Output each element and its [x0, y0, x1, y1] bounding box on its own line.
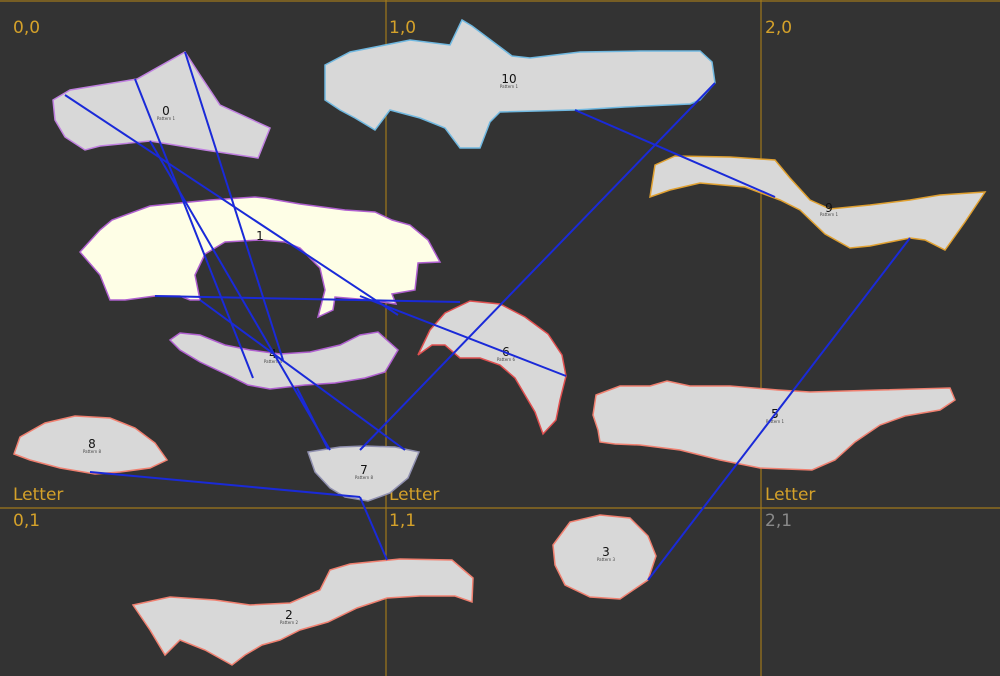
- piece-name: Pattern 3: [597, 557, 616, 562]
- pattern-piece-10[interactable]: 10 Pattern 1: [324, 18, 716, 149]
- piece-name: Pattern 1: [820, 212, 839, 217]
- cell-label: 0,0: [13, 18, 40, 38]
- pattern-piece-0[interactable]: 0 Pattern 1: [52, 51, 271, 159]
- cell-label: 2,1: [765, 511, 792, 531]
- piece-name: Pattern 8: [83, 449, 102, 454]
- cell-label: 1,0: [389, 18, 416, 38]
- cell-label: 0,1: [13, 511, 40, 531]
- cell-label: 1,1: [389, 511, 416, 531]
- piece-name: Pattern 6: [497, 357, 516, 362]
- connector-line: [359, 496, 388, 561]
- pattern-piece-9[interactable]: 9 Pattern 1: [649, 155, 987, 251]
- piece-name: Pattern 2: [280, 620, 299, 625]
- cell-label: 2,0: [765, 18, 792, 38]
- page-size-label: Letter: [13, 485, 63, 505]
- pattern-piece-5[interactable]: 5 Pattern 1: [592, 380, 956, 471]
- piece-name: Pattern 1: [157, 116, 176, 121]
- pattern-piece-3[interactable]: 3 Pattern 3: [552, 514, 657, 600]
- pattern-piece-8[interactable]: 8 Pattern 8: [13, 415, 169, 475]
- piece-number: 1: [256, 229, 264, 243]
- connector-line: [296, 387, 329, 450]
- pattern-pieces: 0 Pattern 1 10 Pattern 1 9 Pattern 1 1 4…: [13, 18, 987, 666]
- piece-name: Pattern 8: [355, 475, 374, 480]
- layout-canvas[interactable]: 0,0 1,0 2,0 0,1 1,1 2,1 Letter Letter Le…: [0, 0, 1000, 676]
- pattern-piece-2[interactable]: 2 Pattern 2: [131, 558, 474, 666]
- piece-name: Pattern 1: [500, 84, 519, 89]
- page-size-label: Letter: [765, 485, 815, 505]
